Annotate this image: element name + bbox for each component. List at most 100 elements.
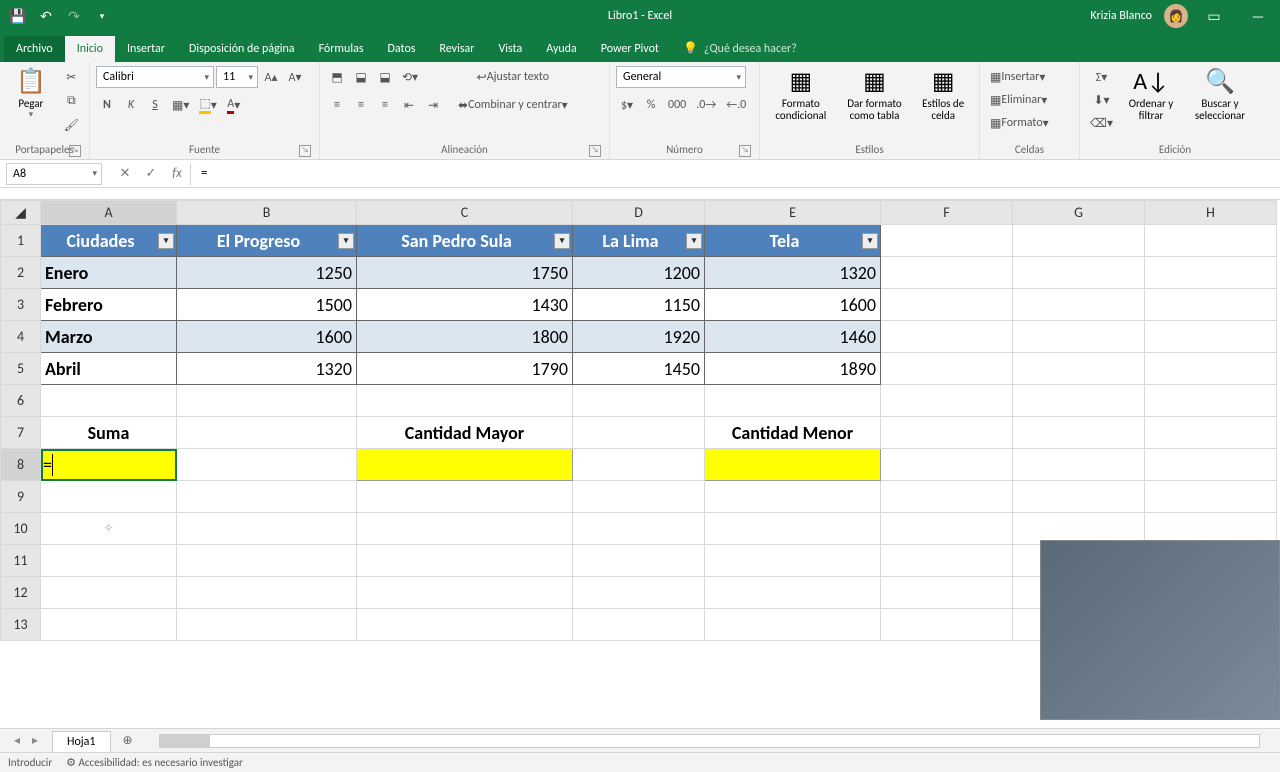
- increase-decimal-icon[interactable]: .0→: [692, 94, 720, 116]
- cell-A1[interactable]: Ciudades▾: [41, 225, 177, 257]
- enter-formula-icon[interactable]: ✓: [138, 163, 164, 185]
- cell-C2[interactable]: 1750: [357, 257, 573, 289]
- user-name[interactable]: Krizia Blanco: [1090, 9, 1152, 23]
- col-header-H[interactable]: H: [1145, 201, 1277, 225]
- tab-vista[interactable]: Vista: [486, 36, 534, 62]
- cell-G7[interactable]: [1013, 417, 1145, 449]
- cell-G4[interactable]: [1013, 321, 1145, 353]
- sheet-tab-hoja1[interactable]: Hoja1: [52, 731, 111, 752]
- cell-G9[interactable]: [1013, 481, 1145, 513]
- decrease-font-icon[interactable]: A▾: [284, 66, 306, 88]
- cell-E2[interactable]: 1320: [705, 257, 881, 289]
- number-format-combo[interactable]: General: [616, 66, 746, 88]
- find-select-button[interactable]: 🔍Buscar y seleccionar: [1185, 66, 1255, 122]
- cell-A7[interactable]: Suma: [41, 417, 177, 449]
- cell-A11[interactable]: [41, 545, 177, 577]
- cell-H7[interactable]: [1145, 417, 1277, 449]
- increase-indent-icon[interactable]: ⇥: [422, 94, 444, 116]
- tab-ayuda[interactable]: Ayuda: [534, 36, 589, 62]
- cell-C4[interactable]: 1800: [357, 321, 573, 353]
- row-header-13[interactable]: 13: [1, 609, 41, 641]
- fill-color-icon[interactable]: ⬚▾: [195, 94, 220, 116]
- cell-D9[interactable]: [573, 481, 705, 513]
- cell-C5[interactable]: 1790: [357, 353, 573, 385]
- accounting-format-icon[interactable]: $▾: [616, 94, 638, 116]
- cell-B7[interactable]: [177, 417, 357, 449]
- cell-B10[interactable]: [177, 513, 357, 545]
- cell-D2[interactable]: 1200: [573, 257, 705, 289]
- cell-H9[interactable]: [1145, 481, 1277, 513]
- cell-F11[interactable]: [881, 545, 1013, 577]
- cell-E10[interactable]: [705, 513, 881, 545]
- align-left-icon[interactable]: ≡: [326, 94, 348, 116]
- increase-font-icon[interactable]: A▴: [260, 66, 282, 88]
- tab-powerpivot[interactable]: Power Pivot: [589, 36, 671, 62]
- cell-styles-button[interactable]: ▦Estilos de celda: [913, 66, 973, 122]
- cell-C13[interactable]: [357, 609, 573, 641]
- cell-G3[interactable]: [1013, 289, 1145, 321]
- col-header-A[interactable]: A: [41, 201, 177, 225]
- cell-F8[interactable]: [881, 449, 1013, 481]
- formula-bar[interactable]: =: [190, 163, 1280, 185]
- row-header-2[interactable]: 2: [1, 257, 41, 289]
- cell-G6[interactable]: [1013, 385, 1145, 417]
- tab-datos[interactable]: Datos: [376, 36, 428, 62]
- paste-button[interactable]: 📋 Pegar ▾: [6, 66, 56, 120]
- cell-G1[interactable]: [1013, 225, 1145, 257]
- cell-F6[interactable]: [881, 385, 1013, 417]
- cell-F12[interactable]: [881, 577, 1013, 609]
- col-header-F[interactable]: F: [881, 201, 1013, 225]
- cell-E1[interactable]: Tela▾: [705, 225, 881, 257]
- tab-revisar[interactable]: Revisar: [427, 36, 486, 62]
- cell-E11[interactable]: [705, 545, 881, 577]
- cell-A4[interactable]: Marzo: [41, 321, 177, 353]
- cell-B4[interactable]: 1600: [177, 321, 357, 353]
- cell-C12[interactable]: [357, 577, 573, 609]
- cell-A10[interactable]: ✧: [41, 513, 177, 545]
- cell-E7[interactable]: Cantidad Menor: [705, 417, 881, 449]
- cell-F7[interactable]: [881, 417, 1013, 449]
- cell-B2[interactable]: 1250: [177, 257, 357, 289]
- cell-D1[interactable]: La Lima▾: [573, 225, 705, 257]
- cell-C7[interactable]: Cantidad Mayor: [357, 417, 573, 449]
- align-center-icon[interactable]: ≡: [350, 94, 372, 116]
- cell-F4[interactable]: [881, 321, 1013, 353]
- cell-F13[interactable]: [881, 609, 1013, 641]
- tab-formulas[interactable]: Fórmulas: [307, 36, 376, 62]
- delete-cells-button[interactable]: ▦ Eliminar ▾: [986, 89, 1051, 111]
- cell-A8[interactable]: =: [41, 449, 177, 481]
- cell-H1[interactable]: [1145, 225, 1277, 257]
- font-name-combo[interactable]: Calibri: [96, 66, 214, 88]
- copy-icon[interactable]: ⧉: [60, 90, 83, 112]
- row-header-11[interactable]: 11: [1, 545, 41, 577]
- row-header-9[interactable]: 9: [1, 481, 41, 513]
- row-header-3[interactable]: 3: [1, 289, 41, 321]
- merge-center-button[interactable]: ⬌ Combinar y centrar ▾: [454, 94, 572, 116]
- cell-H6[interactable]: [1145, 385, 1277, 417]
- cell-C1[interactable]: San Pedro Sula▾: [357, 225, 573, 257]
- decrease-decimal-icon[interactable]: ←.0: [722, 94, 750, 116]
- cell-C6[interactable]: [357, 385, 573, 417]
- autosum-icon[interactable]: Σ▾: [1086, 66, 1117, 88]
- cell-B3[interactable]: 1500: [177, 289, 357, 321]
- comma-format-icon[interactable]: 000: [664, 94, 690, 116]
- tab-insertar[interactable]: Insertar: [115, 36, 177, 62]
- percent-format-icon[interactable]: %: [640, 94, 662, 116]
- row-header-12[interactable]: 12: [1, 577, 41, 609]
- wrap-text-button[interactable]: ↩ Ajustar texto: [454, 66, 572, 88]
- cell-F2[interactable]: [881, 257, 1013, 289]
- filter-icon[interactable]: ▾: [862, 233, 878, 249]
- font-size-combo[interactable]: 11: [216, 66, 258, 88]
- cell-D6[interactable]: [573, 385, 705, 417]
- cell-G2[interactable]: [1013, 257, 1145, 289]
- cell-H4[interactable]: [1145, 321, 1277, 353]
- cell-B8[interactable]: [177, 449, 357, 481]
- cell-D13[interactable]: [573, 609, 705, 641]
- row-header-7[interactable]: 7: [1, 417, 41, 449]
- filter-icon[interactable]: ▾: [158, 233, 174, 249]
- decrease-indent-icon[interactable]: ⇤: [398, 94, 420, 116]
- align-top-icon[interactable]: ⬒: [326, 66, 348, 88]
- filter-icon[interactable]: ▾: [554, 233, 570, 249]
- minimize-icon[interactable]: —: [1240, 0, 1276, 32]
- borders-icon[interactable]: ▦▾: [168, 94, 193, 116]
